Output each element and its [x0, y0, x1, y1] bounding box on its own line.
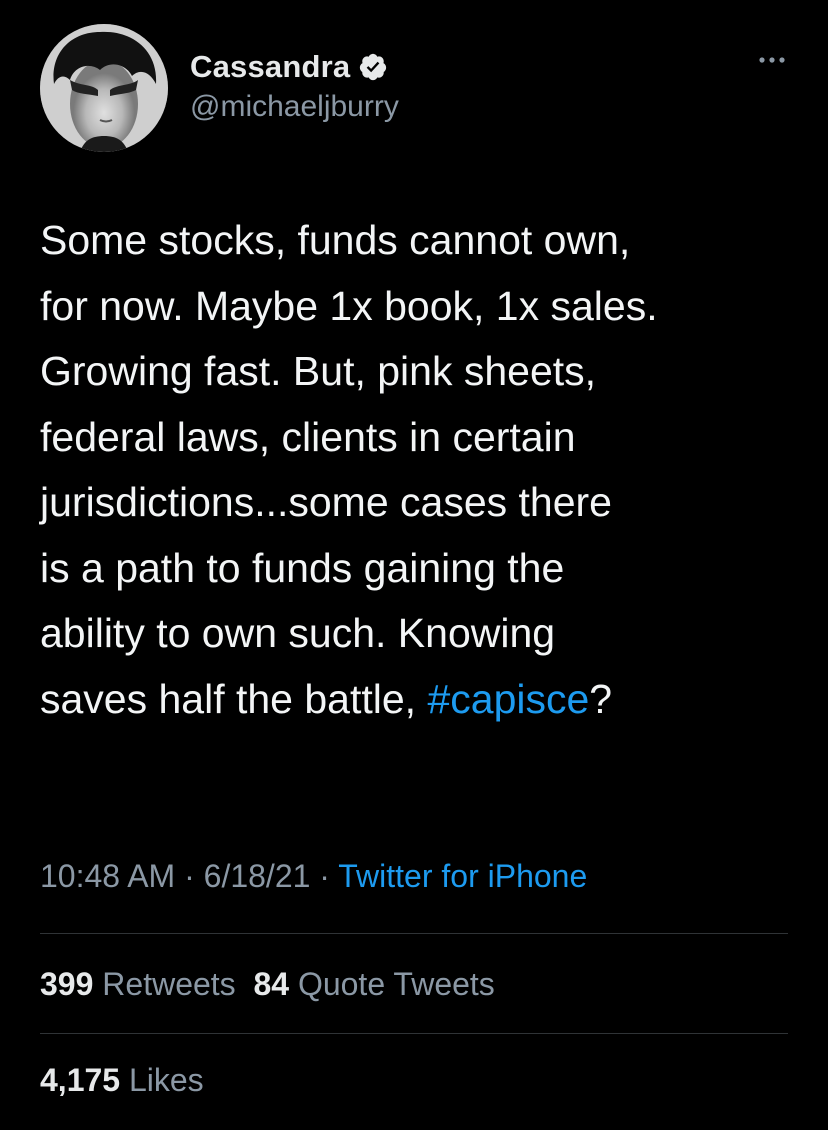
quote-tweets-count: 84 — [253, 966, 290, 1002]
more-options-icon[interactable] — [754, 50, 790, 70]
engagement-stats: 399 Retweets 84 Quote Tweets — [40, 966, 495, 1003]
likes-label: Likes — [128, 1062, 204, 1098]
display-name[interactable]: Cassandra — [190, 49, 350, 85]
tweet-text: Some stocks, funds cannot own, for now. … — [40, 208, 800, 732]
verified-badge-icon — [358, 52, 388, 82]
meta-separator: · — [184, 858, 195, 894]
hashtag-link[interactable]: #capisce — [427, 676, 589, 722]
likes-stat[interactable]: 4,175 Likes — [40, 1062, 204, 1098]
tweet-text-body: Some stocks, funds cannot own, for now. … — [40, 217, 658, 722]
divider — [40, 1033, 788, 1034]
tweet-source-link[interactable]: Twitter for iPhone — [338, 858, 587, 894]
avatar[interactable] — [40, 24, 168, 152]
likes-count: 4,175 — [40, 1062, 121, 1098]
tweet-text-end: ? — [589, 675, 613, 722]
user-handle[interactable]: @michaeljburry — [190, 90, 399, 124]
user-names: Cassandra @michaeljburry — [190, 46, 399, 124]
quote-tweets-label: Quote Tweets — [297, 966, 495, 1002]
tweet-detail: Cassandra @michaeljburry Some stocks, fu… — [0, 0, 828, 1130]
retweets-stat[interactable]: 399 Retweets — [40, 966, 236, 1002]
likes-stats: 4,175 Likes — [40, 1062, 204, 1099]
tweet-date[interactable]: 6/18/21 — [204, 858, 311, 894]
quote-tweets-stat[interactable]: 84 Quote Tweets — [253, 966, 494, 1002]
retweets-count: 399 — [40, 966, 94, 1002]
display-name-row: Cassandra — [190, 46, 399, 88]
tweet-time[interactable]: 10:48 AM — [40, 858, 175, 894]
divider — [40, 933, 788, 934]
tweet-meta: 10:48 AM · 6/18/21 · Twitter for iPhone — [40, 858, 587, 895]
meta-separator: · — [319, 858, 330, 894]
retweets-label: Retweets — [102, 966, 236, 1002]
tweet-header: Cassandra @michaeljburry — [40, 24, 800, 156]
